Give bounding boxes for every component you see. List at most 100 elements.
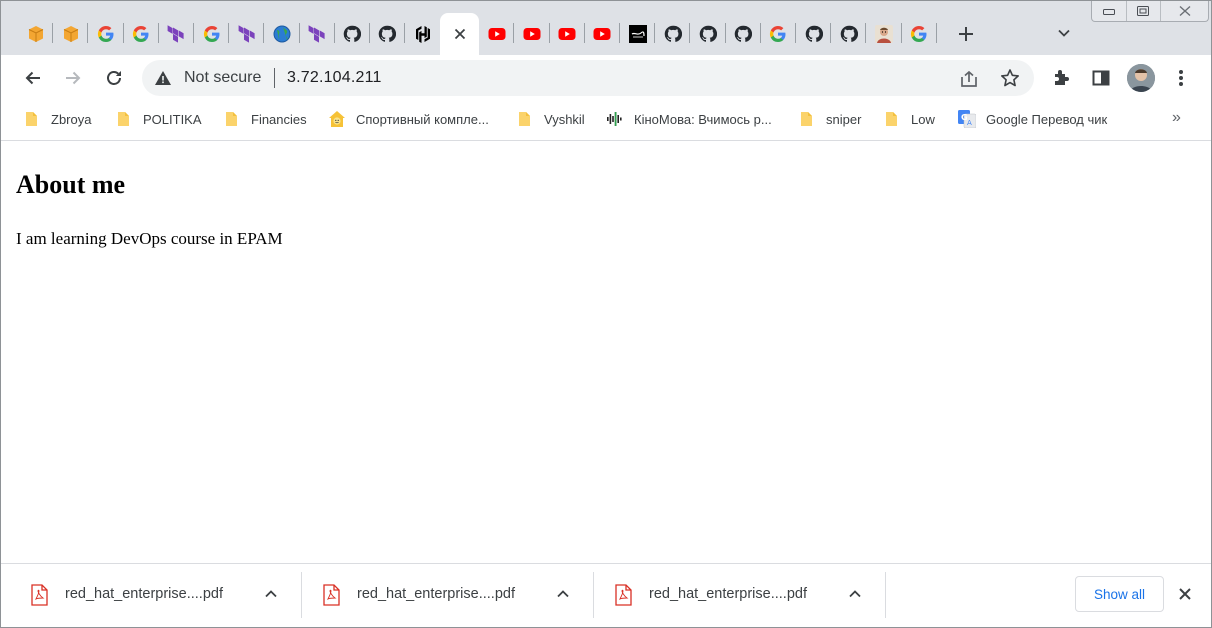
menu-button[interactable] bbox=[1170, 67, 1192, 89]
bookmarks-overflow-button[interactable]: » bbox=[1172, 109, 1181, 127]
aws-box-icon bbox=[62, 25, 80, 43]
download-item[interactable]: red_hat_enterprise....pdf bbox=[1, 572, 293, 618]
tab-active[interactable] bbox=[440, 13, 480, 55]
download-filename: red_hat_enterprise....pdf bbox=[65, 586, 223, 602]
window-controls bbox=[1091, 1, 1209, 22]
github-icon bbox=[378, 25, 397, 43]
bookmark-item[interactable]: G A Google Перевод чик bbox=[958, 109, 1107, 129]
tab[interactable] bbox=[88, 13, 124, 55]
close-shelf-button[interactable] bbox=[1175, 584, 1195, 604]
bookmark-label: sniper bbox=[826, 111, 862, 127]
forward-button[interactable] bbox=[57, 62, 89, 94]
download-filename: red_hat_enterprise....pdf bbox=[357, 586, 515, 602]
tab[interactable] bbox=[194, 13, 230, 55]
youtube-icon bbox=[488, 25, 506, 43]
bookmark-label: Vyshkil bbox=[544, 111, 585, 127]
globe-icon bbox=[273, 25, 291, 43]
bookmark-label: POLITIKA bbox=[143, 111, 202, 127]
download-item[interactable]: red_hat_enterprise....pdf bbox=[293, 572, 585, 618]
reload-button[interactable] bbox=[98, 62, 130, 94]
bookmark-item[interactable]: КіноМова: Вчимось р... bbox=[606, 109, 772, 129]
bookmark-item[interactable]: Спортивный компле... bbox=[328, 109, 489, 129]
tab[interactable] bbox=[18, 13, 54, 55]
bookmark-item[interactable]: POLITIKA bbox=[115, 109, 202, 129]
google-icon bbox=[132, 25, 150, 43]
side-panel-button[interactable] bbox=[1090, 67, 1112, 89]
profile-avatar[interactable] bbox=[1127, 64, 1155, 92]
back-button[interactable] bbox=[17, 62, 49, 94]
bookmark-item[interactable]: Low bbox=[883, 109, 935, 129]
tab[interactable] bbox=[585, 13, 620, 55]
tab[interactable] bbox=[159, 13, 194, 55]
restore-button[interactable] bbox=[1127, 1, 1162, 21]
chevron-up-icon[interactable] bbox=[847, 586, 863, 602]
download-filename: red_hat_enterprise....pdf bbox=[649, 586, 807, 602]
show-all-button[interactable]: Show all bbox=[1075, 576, 1164, 612]
tab[interactable] bbox=[690, 13, 726, 55]
close-window-button[interactable] bbox=[1161, 1, 1208, 21]
github-icon bbox=[734, 25, 753, 43]
omnibox-divider bbox=[274, 68, 275, 88]
tab[interactable] bbox=[761, 13, 796, 55]
tab[interactable] bbox=[370, 13, 406, 55]
download-item[interactable]: red_hat_enterprise....pdf bbox=[585, 572, 877, 618]
side-panel-icon bbox=[1092, 70, 1110, 86]
toolbar: Not secure 3.72.104.211 bbox=[1, 55, 1211, 101]
bookmark-item[interactable]: Zbroya bbox=[23, 109, 91, 129]
tab[interactable] bbox=[53, 13, 89, 55]
more-vertical-icon bbox=[1179, 70, 1183, 86]
terraform-icon bbox=[167, 25, 185, 43]
security-label[interactable]: Not secure bbox=[184, 69, 261, 87]
tab[interactable] bbox=[550, 13, 585, 55]
close-tab-icon[interactable] bbox=[451, 25, 469, 43]
tab[interactable] bbox=[902, 13, 937, 55]
folder-icon bbox=[23, 110, 41, 128]
arrow-right-icon bbox=[66, 71, 81, 85]
plus-icon bbox=[959, 27, 973, 41]
bookmark-item[interactable]: Financies bbox=[223, 109, 307, 129]
hashicorp-icon bbox=[414, 25, 432, 43]
close-icon bbox=[1179, 588, 1191, 600]
tab-search-button[interactable] bbox=[1052, 21, 1076, 45]
chevron-up-icon[interactable] bbox=[555, 586, 571, 602]
tab[interactable] bbox=[124, 13, 159, 55]
page-heading: About me bbox=[16, 170, 126, 199]
tab[interactable] bbox=[866, 13, 902, 55]
tab[interactable] bbox=[335, 13, 370, 55]
url-text[interactable]: 3.72.104.211 bbox=[287, 69, 382, 87]
tab-list bbox=[18, 13, 937, 55]
bookmark-item[interactable]: sniper bbox=[798, 109, 861, 129]
tab[interactable] bbox=[264, 13, 300, 55]
download-divider bbox=[885, 572, 886, 618]
new-tab-button[interactable] bbox=[952, 20, 980, 48]
chevron-up-icon[interactable] bbox=[263, 586, 279, 602]
reload-icon bbox=[107, 71, 121, 85]
tab[interactable] bbox=[655, 13, 691, 55]
github-icon bbox=[343, 25, 362, 43]
minimize-button[interactable] bbox=[1092, 1, 1127, 21]
terraform-icon bbox=[308, 25, 326, 43]
tab-strip bbox=[1, 1, 1211, 55]
tab[interactable] bbox=[796, 13, 832, 55]
bookmark-label: Low bbox=[911, 111, 935, 127]
bookmark-item[interactable]: Vyshkil bbox=[516, 109, 585, 129]
tab[interactable] bbox=[514, 13, 550, 55]
bookmark-star-icon[interactable] bbox=[1000, 68, 1020, 88]
tab[interactable] bbox=[405, 13, 440, 55]
tab[interactable] bbox=[479, 13, 515, 55]
chevron-down-icon bbox=[1058, 29, 1070, 37]
tab[interactable] bbox=[620, 13, 656, 55]
warning-icon[interactable] bbox=[154, 69, 172, 87]
close-icon bbox=[1179, 5, 1190, 17]
github-icon bbox=[805, 25, 823, 43]
tab[interactable] bbox=[229, 13, 265, 55]
bookmark-label: Zbroya bbox=[51, 111, 92, 127]
share-icon[interactable] bbox=[959, 69, 979, 89]
profile-photo-icon bbox=[1127, 64, 1155, 92]
address-bar[interactable]: Not secure 3.72.104.211 bbox=[142, 60, 1034, 96]
extensions-button[interactable] bbox=[1050, 67, 1072, 89]
google-translate-icon: GA bbox=[958, 110, 976, 128]
tab[interactable] bbox=[831, 13, 867, 55]
tab[interactable] bbox=[300, 13, 335, 55]
tab[interactable] bbox=[726, 13, 761, 55]
